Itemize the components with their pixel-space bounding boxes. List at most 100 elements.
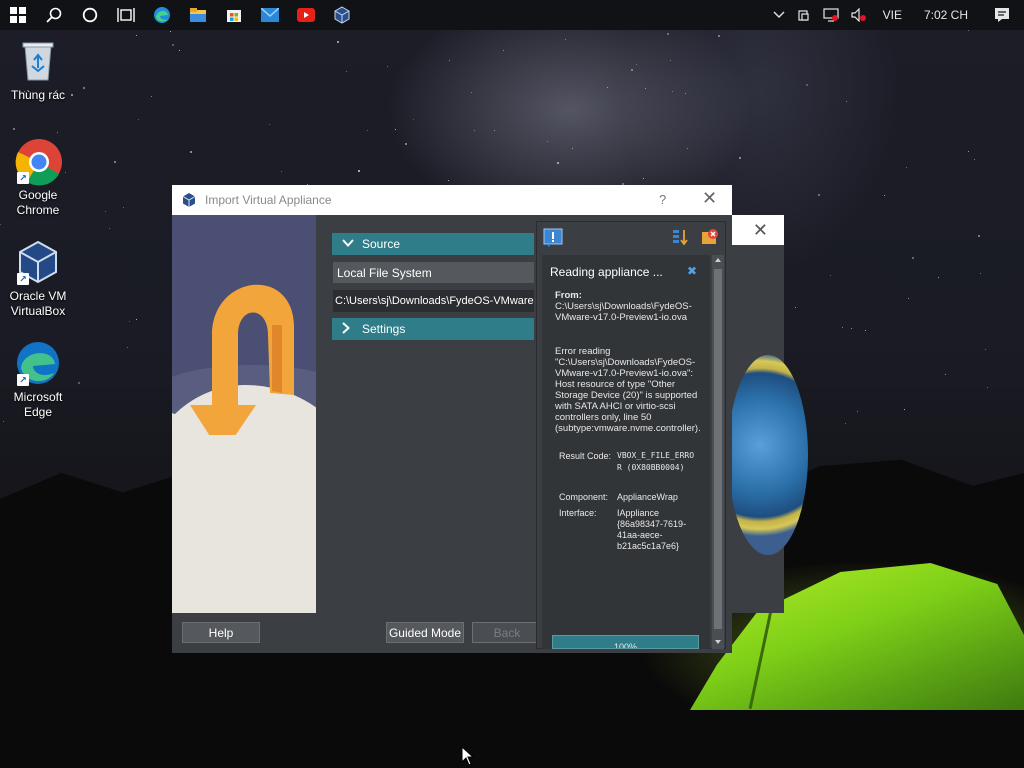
source-path-text: From: C:\Users\sj\Downloads\FydeOS-VMwar… <box>555 290 705 323</box>
desktop-icon-edge[interactable]: ↗ Microsoft Edge <box>0 340 76 420</box>
star <box>448 180 449 181</box>
star <box>269 124 270 125</box>
error-message: Error reading "C:\Users\sj\Downloads\Fyd… <box>555 346 701 434</box>
shortcut-arrow-icon: ↗ <box>17 374 29 386</box>
close-icon[interactable]: ✕ <box>753 220 768 241</box>
star <box>346 71 347 72</box>
dismiss-notification-icon[interactable]: ✖ <box>687 264 697 278</box>
sort-icon[interactable] <box>671 228 689 249</box>
virtualbox-icon: ↗ <box>15 239 61 285</box>
virtualbox-icon[interactable] <box>324 0 360 30</box>
star <box>884 195 885 196</box>
star <box>643 178 644 179</box>
taskbar: VIE 7:02 CH <box>0 0 1024 30</box>
desktop-icon-label: Microsoft Edge <box>13 390 63 419</box>
star <box>912 257 914 259</box>
mail-icon[interactable] <box>252 0 288 30</box>
file-path-input[interactable]: C:\Users\sj\Downloads\FydeOS-VMware-v <box>333 290 534 312</box>
star <box>968 30 969 31</box>
star <box>179 50 180 51</box>
source-section-label: Source <box>362 237 401 251</box>
star <box>636 64 637 65</box>
star <box>449 60 450 61</box>
star <box>471 92 472 93</box>
source-section-header[interactable]: Source <box>332 233 534 255</box>
desktop-icon-label: Oracle VM VirtualBox <box>9 289 67 318</box>
desktop-icon-chrome[interactable]: ↗ Google Chrome <box>0 138 76 218</box>
dialog-titlebar: Import Virtual Appliance ? ✕ <box>172 185 732 215</box>
star <box>978 235 980 237</box>
scroll-down-icon[interactable] <box>712 637 724 647</box>
task-view-icon[interactable] <box>108 0 144 30</box>
help-icon[interactable]: ? <box>659 192 666 207</box>
store-icon[interactable] <box>216 0 252 30</box>
close-icon[interactable]: ✕ <box>702 188 717 209</box>
result-code-label: Result Code: <box>559 451 612 461</box>
scrollbar-thumb[interactable] <box>714 269 722 629</box>
system-tray: VIE 7:02 CH <box>767 0 1024 30</box>
windows-start-icon[interactable] <box>0 0 36 30</box>
file-explorer-icon[interactable] <box>180 0 216 30</box>
interface-label: Interface: <box>559 508 597 518</box>
desktop-icon-label: Google Chrome <box>16 188 60 217</box>
language-indicator[interactable]: VIE <box>873 0 912 30</box>
chrome-icon: ↗ <box>15 138 62 186</box>
component-value: ApplianceWrap <box>617 492 678 502</box>
star <box>547 141 548 142</box>
star <box>13 128 15 130</box>
star <box>474 130 475 131</box>
star <box>494 130 495 131</box>
disk-artwork <box>728 355 808 555</box>
help-button[interactable]: Help <box>182 622 260 643</box>
chevron-up-icon[interactable] <box>767 0 791 30</box>
clock[interactable]: 7:02 CH <box>912 0 980 30</box>
source-combo[interactable]: Local File System <box>333 262 534 283</box>
star <box>358 170 360 172</box>
chevron-right-icon <box>342 321 362 337</box>
result-code-value: VBOX_E_FILE_ERROR (0X80BB0004) <box>617 451 695 472</box>
star <box>281 171 282 172</box>
star <box>151 96 152 97</box>
star <box>968 151 969 152</box>
youtube-icon[interactable] <box>288 0 324 30</box>
notification-scrollbar[interactable] <box>712 255 724 649</box>
star <box>845 423 846 424</box>
desktop-icon-recycle-bin[interactable]: Thùng rác <box>0 38 76 103</box>
notification-center-icon[interactable] <box>980 0 1024 30</box>
star <box>980 273 981 274</box>
display-icon[interactable] <box>817 0 845 30</box>
dialog-title: Import Virtual Appliance <box>205 193 332 207</box>
star <box>572 148 573 149</box>
star <box>830 275 831 276</box>
volume-muted-icon[interactable] <box>845 0 873 30</box>
star <box>557 162 559 164</box>
back-button[interactable]: Back <box>472 622 542 643</box>
mouse-cursor-icon <box>461 746 475 766</box>
shortcut-arrow-icon: ↗ <box>17 172 29 184</box>
star <box>667 33 669 35</box>
guided-mode-button[interactable]: Guided Mode <box>386 622 464 643</box>
star <box>367 130 368 131</box>
settings-section-header[interactable]: Settings <box>332 318 534 340</box>
dismiss-all-icon[interactable] <box>701 228 719 249</box>
star <box>114 161 116 163</box>
star <box>136 319 137 320</box>
star <box>987 387 988 388</box>
star <box>974 159 975 160</box>
desktop-icon-virtualbox[interactable]: ↗ Oracle VM VirtualBox <box>0 239 76 319</box>
edge-icon[interactable] <box>144 0 180 30</box>
notification-icon[interactable] <box>543 228 563 251</box>
star <box>172 44 174 46</box>
star <box>985 349 986 350</box>
star <box>190 151 192 153</box>
star <box>607 87 608 88</box>
star <box>685 93 686 94</box>
network-icon[interactable] <box>791 0 817 30</box>
edge-icon: ↗ <box>15 340 61 386</box>
cortana-icon[interactable] <box>72 0 108 30</box>
star <box>645 88 646 89</box>
scroll-up-icon[interactable] <box>712 255 724 265</box>
star <box>127 347 128 348</box>
star <box>806 84 808 86</box>
search-icon[interactable] <box>36 0 72 30</box>
